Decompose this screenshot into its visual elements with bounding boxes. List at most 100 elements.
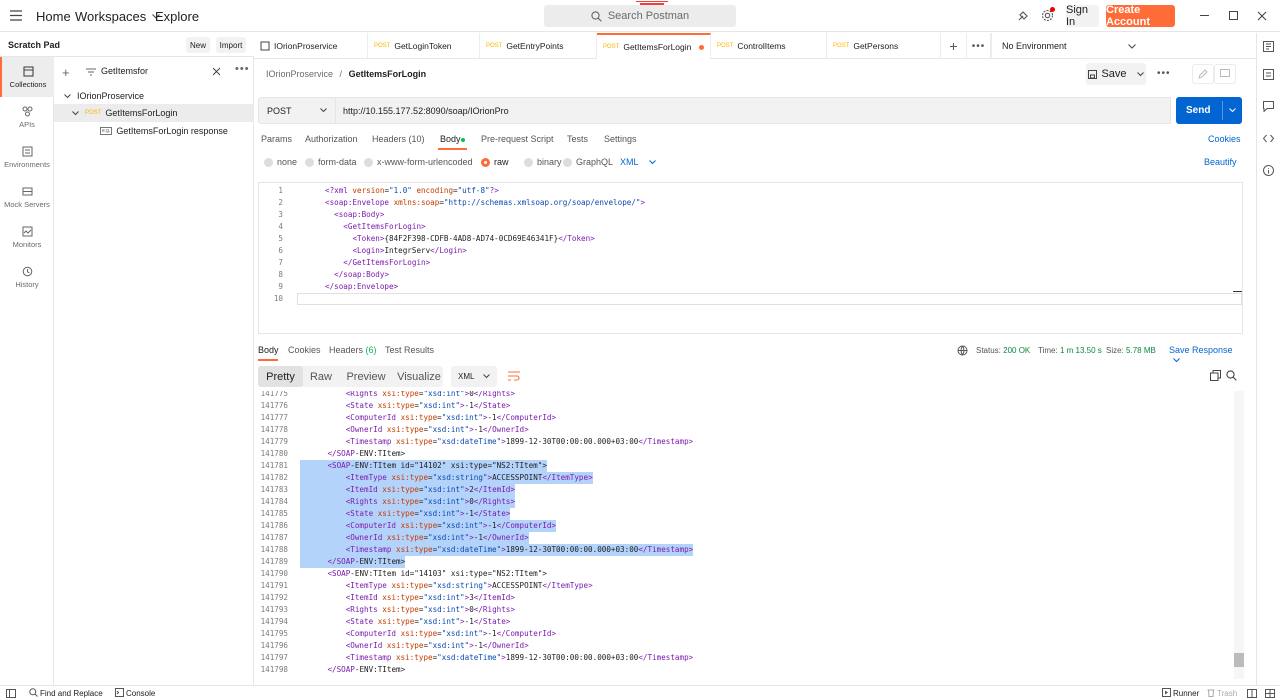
tree-response-row[interactable]: e.g. GetItemsForLogin response [54, 123, 254, 139]
view-pretty[interactable]: Pretty [258, 366, 303, 387]
new-button[interactable]: New [186, 37, 210, 53]
globe-icon[interactable] [957, 345, 968, 356]
response-language-select[interactable]: XML [451, 366, 497, 387]
request-body-editor[interactable]: 1 <?xml version="1.0" encoding="utf-8"?> 2… [258, 182, 1243, 334]
tab-controlitems[interactable]: POST ControlItems [711, 33, 827, 59]
tab-settings[interactable]: Settings [604, 134, 637, 144]
tab-method: POST [603, 44, 620, 50]
sign-in-button[interactable]: Sign In [1066, 4, 1099, 28]
rail-history[interactable]: History [0, 257, 54, 297]
tree-collection-row[interactable]: IOrionProservice [54, 88, 254, 104]
rail-environments[interactable]: Environments [0, 137, 54, 177]
maximize-icon[interactable] [1229, 11, 1238, 20]
radio-raw[interactable]: raw [481, 157, 509, 168]
response-tab-headers[interactable]: Headers (6) [329, 345, 377, 355]
response-tab-body[interactable]: Body [258, 345, 279, 355]
sidebar-toggle-icon[interactable] [6, 689, 16, 698]
radio-graphql[interactable]: GraphQL [563, 157, 613, 168]
response-active-underline [258, 359, 278, 361]
trash-button[interactable]: Trash [1207, 688, 1237, 698]
menu-icon[interactable] [10, 10, 22, 24]
home-link[interactable]: Home [36, 0, 71, 32]
comment-icon[interactable] [1263, 101, 1274, 112]
minimize-icon[interactable] [1200, 15, 1209, 16]
save-response-menu[interactable]: Save Response [1169, 345, 1243, 365]
environment-select[interactable]: No Environment [991, 33, 1144, 59]
code-icon[interactable] [1263, 133, 1274, 144]
tabs-more-icon[interactable]: ••• [967, 33, 991, 59]
line-number: 141792 [260, 593, 288, 602]
rail-mock-servers[interactable]: Mock Servers [0, 177, 54, 217]
close-icon[interactable] [1257, 10, 1267, 24]
save-button[interactable]: Save [1086, 63, 1146, 85]
line-content: <soap:Body> [334, 210, 385, 219]
breadcrumb-parent[interactable]: IOrionProservice [266, 69, 333, 79]
search-input[interactable]: Search Postman [544, 5, 736, 27]
tab-getitemsforlogin[interactable]: POST GetItemsForLogin [597, 33, 711, 59]
documentation-icon[interactable] [1263, 41, 1274, 52]
rail-collections[interactable]: Collections [0, 57, 54, 97]
response-body-viewer[interactable]: 141775 <Rights xsi:type="xsd:int">0</Rig… [258, 391, 1244, 679]
filter-input[interactable]: GetItemsfor [84, 65, 230, 79]
tab-authorization[interactable]: Authorization [305, 134, 358, 144]
radio-binary[interactable]: binary [524, 157, 562, 168]
help-icon[interactable] [1265, 689, 1275, 698]
settings-gear-icon[interactable] [1041, 7, 1055, 25]
tree-request-row[interactable]: POST GetItemsForLogin [54, 104, 254, 122]
wrap-lines-icon[interactable] [503, 366, 525, 387]
clear-filter-icon[interactable] [212, 67, 221, 76]
tab-tests[interactable]: Tests [567, 134, 588, 144]
find-replace-button[interactable]: Find and Replace [29, 688, 103, 698]
tab-params[interactable]: Params [261, 134, 292, 144]
url-input[interactable]: http://10.155.177.52:8090/soap/IOrionPro [336, 97, 1171, 124]
edit-icon[interactable] [1192, 64, 1214, 84]
tab-headers[interactable]: Headers (10) [372, 134, 425, 144]
radio-none[interactable]: none [264, 157, 297, 168]
satellite-icon[interactable] [1017, 10, 1029, 25]
response-tab-cookies[interactable]: Cookies [288, 345, 321, 355]
response-tab-test-results[interactable]: Test Results [385, 345, 434, 355]
info-icon[interactable] [1263, 165, 1274, 176]
body-language-select[interactable]: XML [620, 157, 656, 167]
line-number: 141780 [260, 449, 288, 458]
tab-getentrypoints[interactable]: POST GetEntryPoints [480, 33, 597, 59]
import-button[interactable]: Import [216, 37, 246, 53]
request-code-line: 6 <Login>IntegrServ</Login> [259, 245, 1242, 257]
create-account-button[interactable]: Create Account [1106, 4, 1175, 28]
add-collection-icon[interactable]: + [62, 65, 70, 80]
radio-form-data[interactable]: form-data [305, 157, 357, 168]
rail-apis[interactable]: APIs [0, 97, 54, 137]
variables-icon[interactable] [1263, 69, 1274, 80]
comments-icon[interactable] [1214, 64, 1236, 84]
tab-body[interactable]: Body [440, 134, 461, 144]
view-raw[interactable]: Raw [305, 366, 337, 387]
more-options-icon[interactable]: ••• [235, 63, 250, 75]
request-more-icon[interactable]: ••• [1157, 68, 1171, 79]
chevron-down-icon [1229, 108, 1236, 113]
send-button[interactable]: Send [1176, 97, 1242, 124]
search-response-icon[interactable] [1226, 370, 1237, 384]
line-number: 141788 [260, 545, 288, 554]
response-scrollbar-thumb[interactable] [1234, 653, 1244, 667]
response-scrollbar[interactable] [1234, 391, 1244, 679]
tab-getlogintoken[interactable]: POST GetLoginToken [368, 33, 480, 59]
tab-collection[interactable]: IOrionProservice [254, 33, 368, 59]
tab-getpersons[interactable]: POST GetPersons [827, 33, 941, 59]
view-preview[interactable]: Preview [341, 366, 391, 387]
beautify-link[interactable]: Beautify [1204, 157, 1237, 167]
console-button[interactable]: Console [115, 688, 155, 698]
explore-link[interactable]: Explore [155, 0, 199, 32]
two-pane-icon[interactable] [1247, 689, 1257, 698]
tab-pre-request-script[interactable]: Pre-request Script [481, 134, 554, 144]
runner-button[interactable]: Runner [1162, 688, 1199, 698]
line-content: </GetItemsForLogin> [343, 258, 431, 267]
workspaces-menu[interactable]: Workspaces [75, 0, 161, 32]
cookies-link[interactable]: Cookies [1208, 134, 1241, 144]
copy-icon[interactable] [1210, 370, 1221, 384]
rail-monitors[interactable]: Monitors [0, 217, 54, 257]
method-select[interactable]: POST [258, 97, 336, 124]
new-tab-button[interactable]: + [941, 33, 967, 59]
view-visualize[interactable]: Visualize [395, 366, 443, 387]
response-code-line: 141795 <ComputerId xsi:type="xsd:int">-1… [258, 628, 1234, 640]
radio-urlencoded[interactable]: x-www-form-urlencoded [364, 157, 473, 168]
